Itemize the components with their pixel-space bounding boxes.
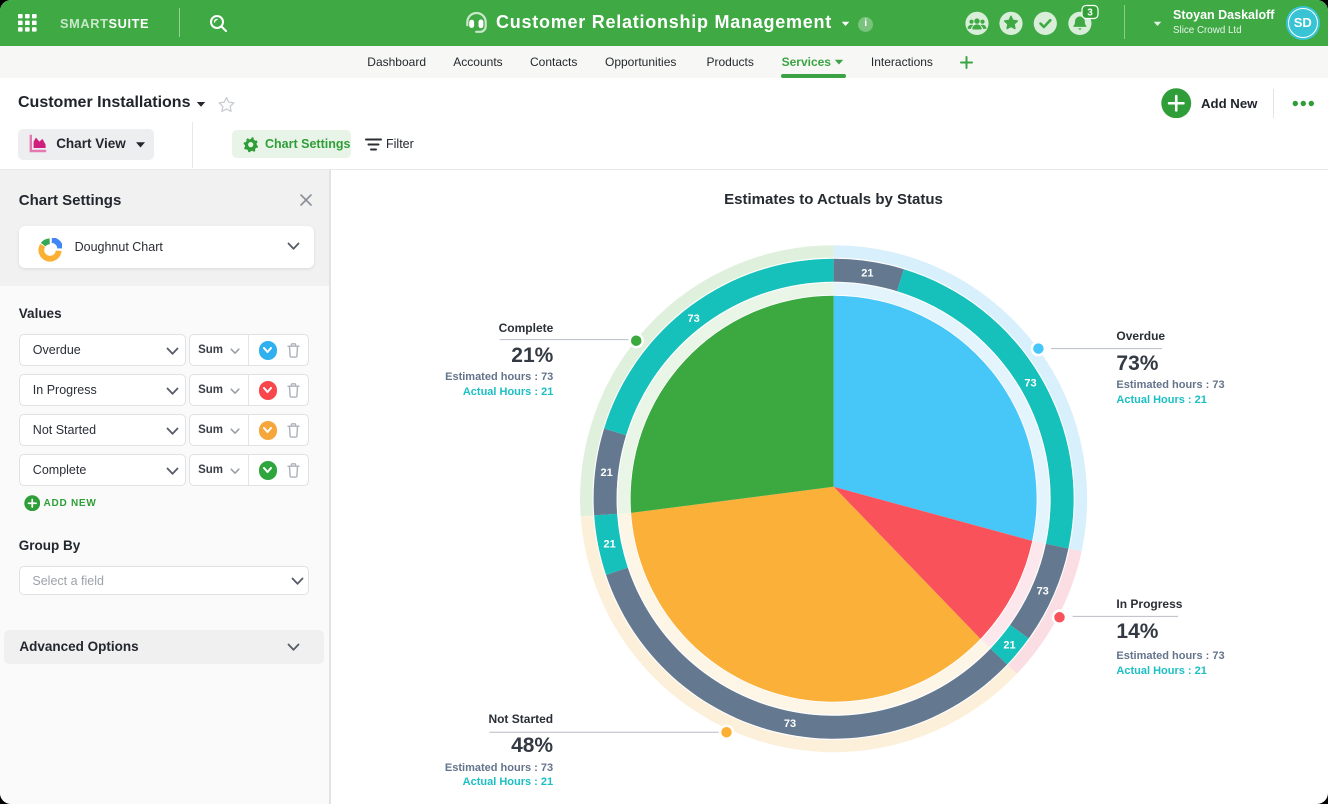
svg-text:21: 21 bbox=[603, 539, 615, 551]
svg-text:73: 73 bbox=[784, 718, 796, 730]
svg-text:21: 21 bbox=[861, 268, 873, 280]
svg-text:21: 21 bbox=[600, 467, 612, 479]
svg-text:73: 73 bbox=[1037, 586, 1049, 598]
svg-text:21: 21 bbox=[1003, 639, 1015, 651]
svg-text:73: 73 bbox=[687, 313, 699, 325]
svg-text:73: 73 bbox=[1024, 378, 1036, 390]
svg-text:3: 3 bbox=[1087, 8, 1093, 19]
